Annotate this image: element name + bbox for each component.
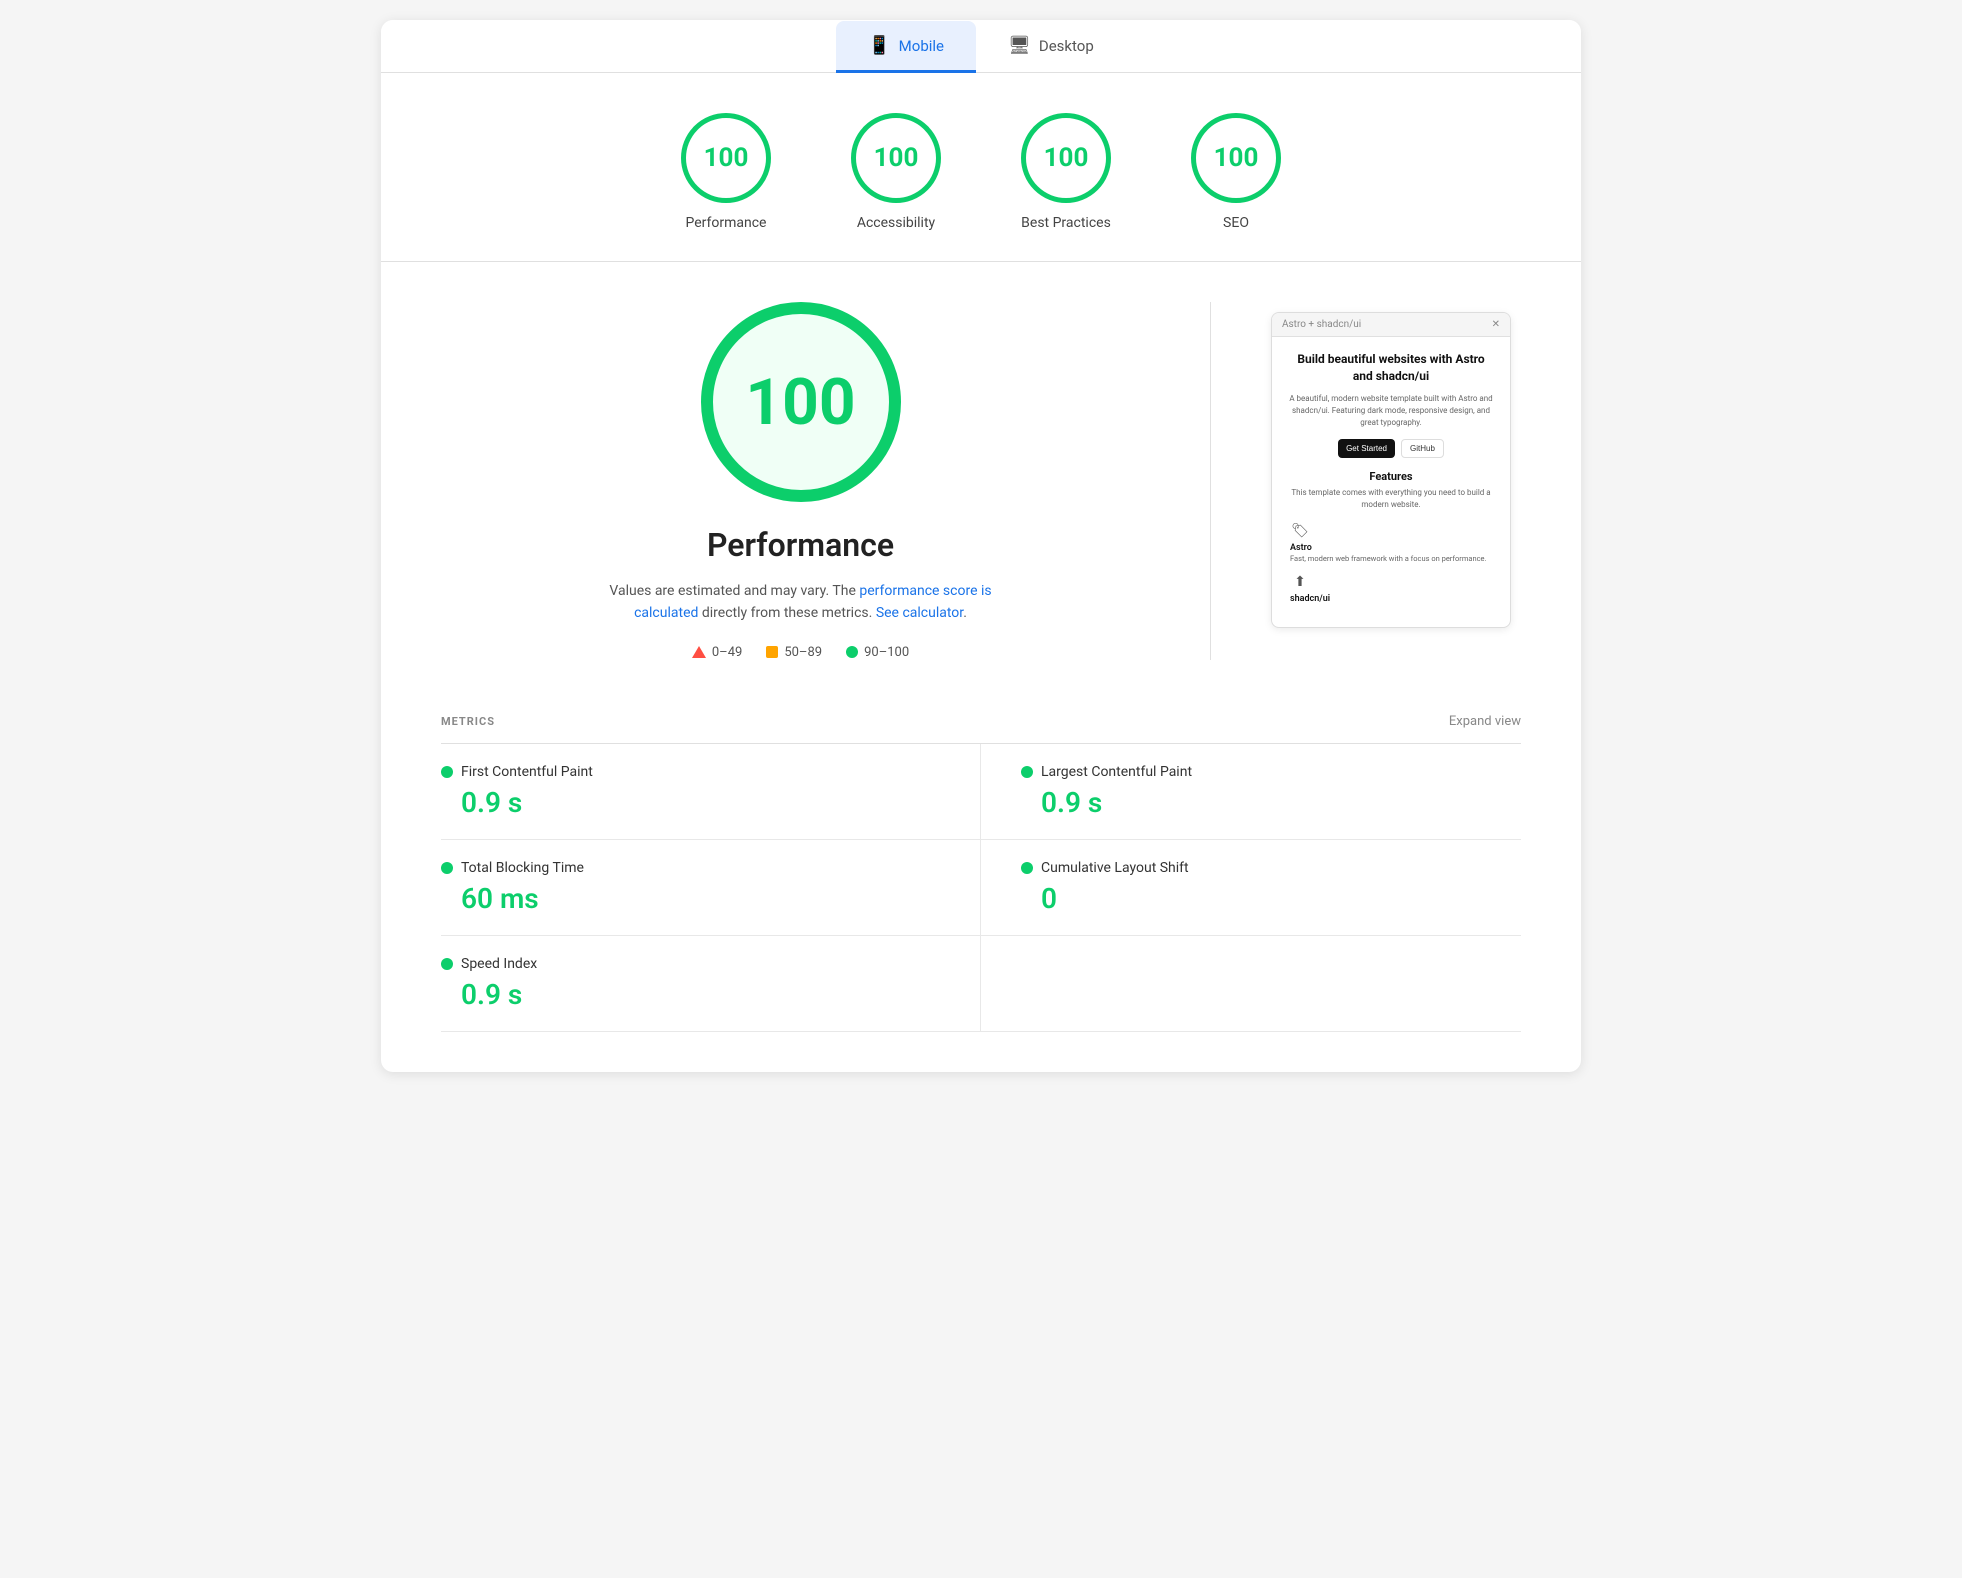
feature-astro-name: Astro — [1290, 543, 1312, 553]
metric-cls-dot — [1021, 862, 1033, 874]
metric-fcp-dot — [441, 766, 453, 778]
metric-lcp-label: Largest Contentful Paint — [1041, 764, 1192, 780]
score-label-accessibility: Accessibility — [857, 215, 935, 231]
screenshot-body: Build beautiful websites with Astro and … — [1272, 337, 1510, 627]
mobile-icon: 📱 — [868, 35, 890, 56]
metric-tbt-value: 60 ms — [441, 882, 940, 915]
feature-shadcn-name: shadcn/ui — [1290, 594, 1330, 604]
screenshot-feature-shadcn: ⬆ shadcn/ui — [1286, 572, 1496, 605]
main-content: 100 Performance Values are estimated and… — [381, 262, 1581, 700]
metric-lcp-name-row: Largest Contentful Paint — [1021, 764, 1521, 780]
score-best-practices: 100 Best Practices — [1021, 113, 1111, 231]
expand-view-button[interactable]: Expand view — [1449, 714, 1521, 729]
right-panel: Astro + shadcn/ui ✕ Build beautiful webs… — [1261, 302, 1521, 660]
screenshot-get-started-button[interactable]: Get Started — [1338, 439, 1395, 458]
tab-mobile[interactable]: 📱 Mobile — [836, 21, 976, 73]
metric-tbt-dot — [441, 862, 453, 874]
legend-good-icon — [846, 646, 858, 658]
metric-cls: Cumulative Layout Shift 0 — [981, 840, 1521, 936]
tab-desktop[interactable]: 🖥 Desktop — [976, 21, 1126, 73]
metrics-grid: First Contentful Paint 0.9 s Largest Con… — [441, 744, 1521, 1032]
legend-poor-icon — [692, 646, 706, 658]
scores-section: 100 Performance 100 Accessibility 100 Be… — [381, 73, 1581, 262]
screenshot-para: A beautiful, modern website template bui… — [1286, 393, 1496, 429]
metrics-section: METRICS Expand view First Contentful Pai… — [381, 700, 1581, 1072]
metric-si: Speed Index 0.9 s — [441, 936, 981, 1032]
legend-good-label: 90–100 — [864, 645, 909, 660]
metric-si-dot — [441, 958, 453, 970]
tabs-bar: 📱 Mobile 🖥 Desktop — [381, 20, 1581, 73]
metric-lcp: Largest Contentful Paint 0.9 s — [981, 744, 1521, 840]
metric-si-label: Speed Index — [461, 956, 537, 972]
see-calculator-link[interactable]: See calculator — [876, 605, 963, 621]
metric-fcp-value: 0.9 s — [441, 786, 940, 819]
big-score-circle: 100 — [701, 302, 901, 502]
metric-fcp-name-row: First Contentful Paint — [441, 764, 940, 780]
shadcn-upload-icon: ⬆ — [1290, 572, 1310, 592]
metric-fcp-label: First Contentful Paint — [461, 764, 593, 780]
metric-si-name-row: Speed Index — [441, 956, 940, 972]
perf-description: Values are estimated and may vary. The p… — [591, 580, 1011, 625]
legend-good: 90–100 — [846, 645, 909, 660]
score-circle-seo: 100 — [1191, 113, 1281, 203]
astro-tag-icon: 🏷 — [1290, 521, 1310, 541]
metric-tbt-name-row: Total Blocking Time — [441, 860, 940, 876]
legend-moderate-label: 50–89 — [784, 645, 822, 660]
vertical-divider — [1210, 302, 1211, 660]
screenshot-frame: Astro + shadcn/ui ✕ Build beautiful webs… — [1271, 312, 1511, 628]
score-performance: 100 Performance — [681, 113, 771, 231]
screenshot-buttons: Get Started GitHub — [1286, 439, 1496, 458]
screenshot-titlebar: Astro + shadcn/ui ✕ — [1272, 313, 1510, 337]
screenshot-github-button[interactable]: GitHub — [1401, 439, 1444, 458]
score-seo: 100 SEO — [1191, 113, 1281, 231]
desktop-icon: 🖥 — [1008, 35, 1031, 56]
metric-tbt: Total Blocking Time 60 ms — [441, 840, 981, 936]
score-circle-performance: 100 — [681, 113, 771, 203]
perf-desc-link2-end: . — [963, 605, 967, 621]
metric-cls-name-row: Cumulative Layout Shift — [1021, 860, 1521, 876]
screenshot-features-para: This template comes with everything you … — [1286, 487, 1496, 511]
legend-moderate-icon — [766, 646, 778, 658]
perf-desc-main: Values are estimated and may vary. The — [609, 583, 859, 599]
metrics-title: METRICS — [441, 715, 495, 728]
screenshot-feature-astro: 🏷 Astro Fast, modern web framework with … — [1286, 521, 1496, 565]
metrics-header: METRICS Expand view — [441, 700, 1521, 744]
metric-cls-label: Cumulative Layout Shift — [1041, 860, 1189, 876]
score-label-seo: SEO — [1223, 215, 1249, 231]
screenshot-features-title: Features — [1286, 470, 1496, 483]
screenshot-heading: Build beautiful websites with Astro and … — [1286, 351, 1496, 385]
feature-astro-desc: Fast, modern web framework with a focus … — [1290, 554, 1487, 565]
metric-fcp: First Contentful Paint 0.9 s — [441, 744, 981, 840]
metric-cls-value: 0 — [1021, 882, 1521, 915]
tab-mobile-label: Mobile — [899, 37, 944, 55]
metric-lcp-dot — [1021, 766, 1033, 778]
score-accessibility: 100 Accessibility — [851, 113, 941, 231]
metric-tbt-label: Total Blocking Time — [461, 860, 584, 876]
screenshot-close-icon: ✕ — [1492, 319, 1500, 330]
screenshot-title: Astro + shadcn/ui — [1282, 319, 1361, 330]
metric-si-value: 0.9 s — [441, 978, 940, 1011]
perf-title: Performance — [707, 526, 894, 564]
metric-lcp-value: 0.9 s — [1021, 786, 1521, 819]
legend: 0–49 50–89 90–100 — [692, 645, 909, 660]
score-circle-best-practices: 100 — [1021, 113, 1111, 203]
legend-poor: 0–49 — [692, 645, 742, 660]
legend-moderate: 50–89 — [766, 645, 822, 660]
legend-poor-label: 0–49 — [712, 645, 742, 660]
left-panel: 100 Performance Values are estimated and… — [441, 302, 1160, 660]
score-circle-accessibility: 100 — [851, 113, 941, 203]
tab-desktop-label: Desktop — [1039, 37, 1094, 55]
score-label-best-practices: Best Practices — [1021, 215, 1111, 231]
perf-desc-link1-end: directly from these metrics. — [698, 605, 875, 621]
score-label-performance: Performance — [686, 215, 767, 231]
metric-empty — [981, 936, 1521, 1032]
main-container: 📱 Mobile 🖥 Desktop 100 Performance 100 A… — [381, 20, 1581, 1072]
